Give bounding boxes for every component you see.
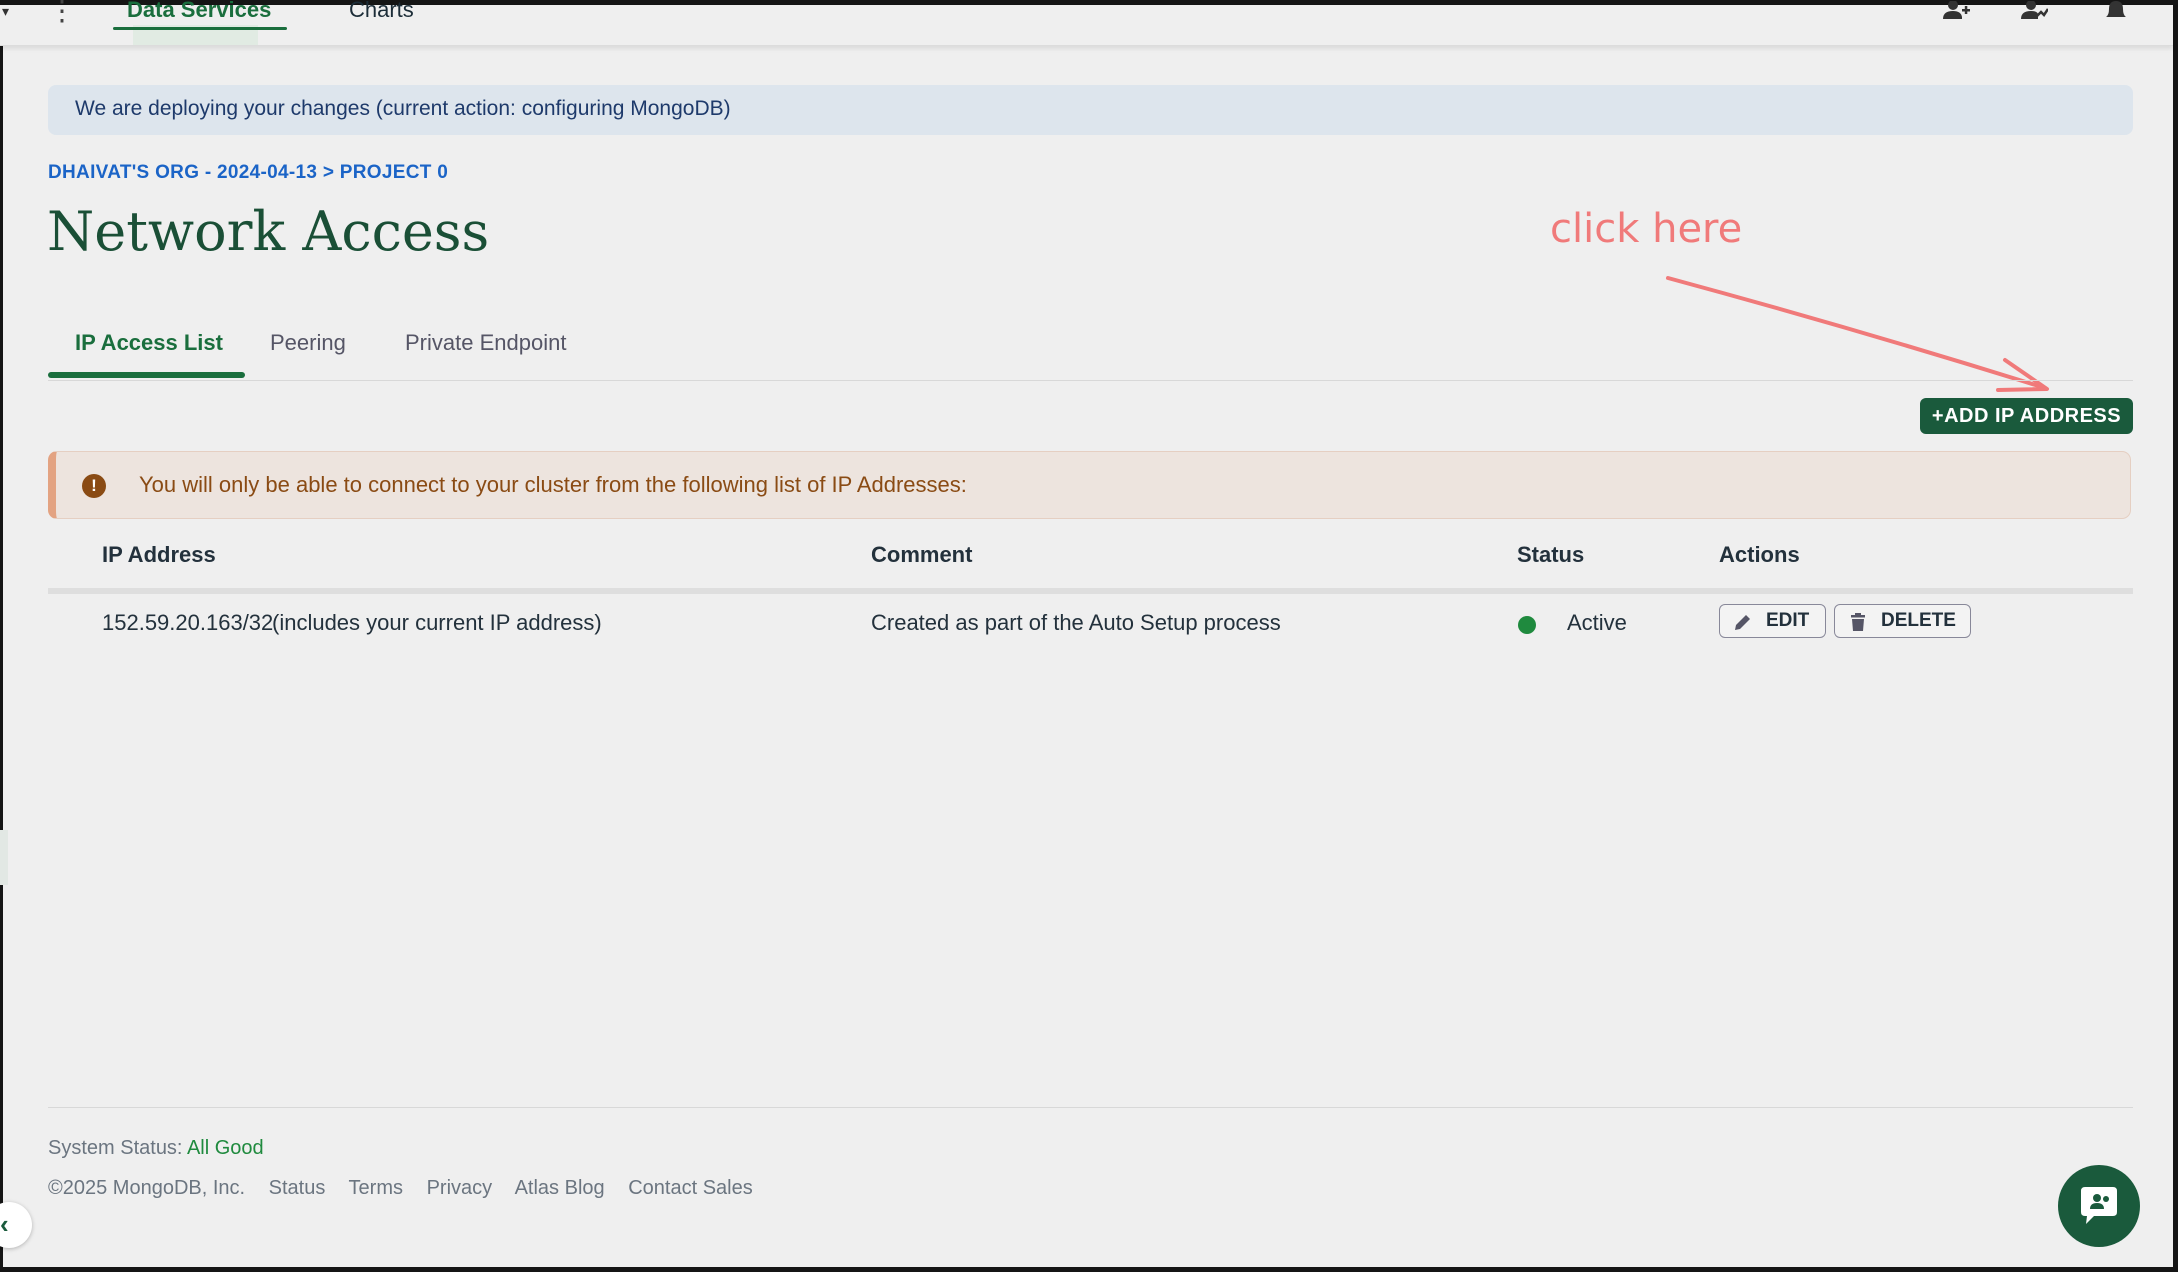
collapse-sidebar-button[interactable]: ‹ (0, 1202, 32, 1248)
footer-divider (48, 1107, 2133, 1108)
support-chat-button[interactable] (2058, 1165, 2140, 1247)
window-frame-left (0, 0, 3, 1272)
tab-charts[interactable]: Charts (349, 0, 414, 23)
active-subtab-underline (48, 372, 245, 378)
warning-banner: ! You will only be able to connect to yo… (48, 451, 2131, 519)
user-activity-icon[interactable] (2020, 1, 2048, 25)
annotation-label: click here (1550, 206, 1743, 252)
caret-down-icon[interactable]: ▾ (2, 3, 9, 20)
footer-links: ©2025 MongoDB, Inc. Status Terms Privacy… (48, 1177, 771, 1200)
footer-link-status[interactable]: Status (269, 1177, 326, 1199)
network-access-tabs: IP Access List Peering Private Endpoint (48, 320, 2133, 381)
pencil-icon (1735, 615, 1750, 630)
tab-data-services[interactable]: Data Services (127, 0, 271, 23)
bell-icon[interactable] (2102, 1, 2130, 25)
column-header-actions: Actions (1719, 542, 1800, 567)
side-nav-edge (0, 830, 8, 885)
tab-ip-access-list[interactable]: IP Access List (75, 330, 223, 356)
chat-icon (2081, 1187, 2117, 1224)
deploy-status-banner: We are deploying your changes (current a… (48, 85, 2133, 135)
column-header-status: Status (1517, 542, 1585, 567)
copyright-text: ©2025 MongoDB, Inc. (48, 1177, 246, 1199)
tab-peering[interactable]: Peering (270, 330, 346, 356)
status-dot-icon (1518, 616, 1536, 634)
system-status-value[interactable]: All Good (187, 1137, 264, 1159)
edit-button[interactable]: EDIT (1719, 604, 1826, 638)
ip-address-note: (includes your current IP address) (272, 610, 602, 635)
kebab-menu-icon[interactable]: ⋮ (48, 0, 76, 25)
footer-link-atlas-blog[interactable]: Atlas Blog (515, 1177, 605, 1199)
trash-icon (1851, 613, 1865, 631)
deploy-status-text: We are deploying your changes (current a… (75, 97, 731, 120)
ip-address-value: 152.59.20.163/32 (102, 610, 274, 635)
top-navigation-bar: ▾ ⋮ Data Services Charts (0, 0, 2173, 46)
window-frame-bottom (0, 1267, 2178, 1272)
warning-text: You will only be able to connect to your… (139, 472, 967, 497)
page-title: Network Access (47, 200, 490, 263)
delete-button[interactable]: DELETE (1834, 604, 1971, 638)
system-status-label: System Status: (48, 1137, 183, 1159)
add-ip-address-button[interactable]: +ADD IP ADDRESS (1920, 398, 2133, 434)
invite-user-icon[interactable] (1942, 1, 1970, 25)
header-divider (48, 588, 2133, 594)
exclamation-icon: ! (82, 474, 106, 498)
edit-label: EDIT (1766, 610, 1810, 631)
footer-link-terms[interactable]: Terms (349, 1177, 403, 1199)
tab-private-endpoint[interactable]: Private Endpoint (405, 330, 566, 356)
column-header-comment: Comment (871, 542, 973, 567)
status-value: Active (1567, 610, 1627, 635)
comment-value: Created as part of the Auto Setup proces… (871, 610, 1281, 635)
active-tab-underline (113, 27, 287, 30)
footer-link-contact-sales[interactable]: Contact Sales (628, 1177, 753, 1199)
chevron-left-icon: ‹ (0, 1209, 9, 1239)
footer-link-privacy[interactable]: Privacy (427, 1177, 493, 1199)
window-frame-right (2173, 0, 2178, 1272)
delete-label: DELETE (1881, 610, 1956, 631)
breadcrumb[interactable]: DHAIVAT'S ORG - 2024-04-13 > PROJECT 0 (48, 162, 448, 184)
system-status: System Status: All Good (48, 1137, 264, 1160)
column-header-ip-address: IP Address (102, 542, 216, 567)
